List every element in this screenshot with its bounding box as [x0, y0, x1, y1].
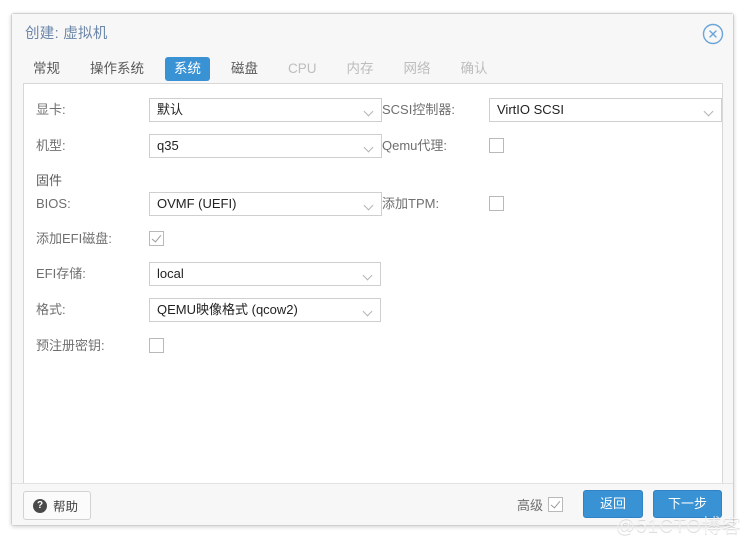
scsi-controller-label: SCSI控制器: — [382, 102, 455, 117]
next-button[interactable]: 下一步 — [652, 490, 722, 518]
pre-enroll-keys-checkbox[interactable] — [149, 338, 164, 353]
bios-label: BIOS: — [36, 196, 71, 211]
tab-memory: 内存 — [346, 61, 374, 76]
tab-general[interactable]: 常规 — [24, 57, 69, 81]
question-mark-icon: ? — [33, 498, 47, 513]
tab-confirm: 确认 — [460, 61, 488, 76]
dialog-footer: ? 帮助 高级 返回 下一步 — [12, 483, 733, 525]
qemu-agent-label: Qemu代理: — [382, 138, 448, 153]
tab-os[interactable]: 操作系统 — [81, 57, 153, 81]
field-row-efi-storage: EFI存储: local — [36, 262, 381, 286]
graphics-card-value: 默认 — [157, 102, 184, 117]
tab-system[interactable]: 系统 — [165, 57, 210, 81]
advanced-checkbox[interactable] — [547, 496, 563, 512]
qemu-agent-checkbox[interactable] — [489, 138, 504, 153]
chevron-down-icon — [365, 202, 374, 207]
field-row-qemu-agent: Qemu代理: — [382, 134, 722, 158]
machine-type-label: 机型: — [36, 138, 66, 153]
advanced-label: 高级 — [516, 497, 543, 513]
dialog-title: 创建: 虚拟机 — [25, 26, 108, 42]
field-row-add-efi-disk: 添加EFI磁盘: — [36, 227, 381, 251]
firmware-section-header: 固件 — [36, 173, 63, 188]
format-select[interactable]: QEMU映像格式 (qcow2) — [149, 298, 381, 322]
pre-enroll-keys-label: 预注册密钥: — [36, 338, 105, 353]
efi-storage-select[interactable]: local — [149, 262, 381, 286]
tab-cpu: CPU — [288, 61, 317, 76]
chevron-down-icon — [705, 108, 714, 113]
graphics-card-label: 显卡: — [36, 102, 66, 117]
chevron-down-icon — [364, 272, 373, 277]
add-tpm-checkbox[interactable] — [489, 196, 504, 211]
dialog-header: 创建: 虚拟机 常规 操作系统 系统 磁盘 CPU 内存 网络 确认 — [12, 14, 733, 82]
field-row-pre-enroll-keys: 预注册密钥: — [36, 334, 381, 358]
field-row-add-tpm: 添加TPM: — [382, 192, 722, 216]
field-row-bios: BIOS: OVMF (UEFI) — [36, 192, 382, 216]
efi-storage-value: local — [157, 266, 184, 281]
chevron-down-icon — [365, 144, 374, 149]
tab-bar: 常规 操作系统 系统 磁盘 CPU 内存 网络 确认 — [24, 56, 509, 82]
machine-type-value: q35 — [157, 138, 179, 153]
add-efi-disk-label: 添加EFI磁盘: — [36, 231, 112, 246]
format-label: 格式: — [36, 302, 66, 317]
field-row-scsi-controller: SCSI控制器: VirtIO SCSI — [382, 98, 722, 122]
bios-select[interactable]: OVMF (UEFI) — [149, 192, 382, 216]
dialog-body: 显卡: 默认 机型: q35 固件 BIOS: OVMF (UEFI) 添加EF… — [23, 83, 723, 486]
create-vm-dialog: 创建: 虚拟机 常规 操作系统 系统 磁盘 CPU 内存 网络 确认 显卡: 默… — [11, 13, 734, 526]
help-button[interactable]: ? 帮助 — [23, 491, 92, 520]
efi-storage-label: EFI存储: — [36, 266, 86, 281]
add-tpm-label: 添加TPM: — [382, 196, 440, 211]
machine-type-select[interactable]: q35 — [149, 134, 382, 158]
tab-network: 网络 — [403, 61, 431, 76]
chevron-down-icon — [365, 108, 374, 113]
close-circle-icon — [702, 23, 724, 45]
chevron-down-icon — [364, 308, 373, 313]
tab-disk[interactable]: 磁盘 — [222, 57, 267, 81]
scsi-controller-value: VirtIO SCSI — [497, 102, 564, 117]
add-efi-disk-checkbox[interactable] — [149, 231, 164, 246]
graphics-card-select[interactable]: 默认 — [149, 98, 382, 122]
field-row-machine-type: 机型: q35 — [36, 134, 382, 158]
format-value: QEMU映像格式 (qcow2) — [157, 302, 298, 317]
back-button[interactable]: 返回 — [582, 490, 643, 518]
footer-actions: 高级 返回 下一步 — [517, 490, 722, 518]
scsi-controller-select[interactable]: VirtIO SCSI — [489, 98, 722, 122]
help-button-label: 帮助 — [53, 500, 79, 514]
field-row-format: 格式: QEMU映像格式 (qcow2) — [36, 298, 381, 322]
field-row-graphics-card: 显卡: 默认 — [36, 98, 382, 122]
close-icon[interactable] — [701, 22, 725, 46]
bios-value: OVMF (UEFI) — [157, 196, 237, 211]
